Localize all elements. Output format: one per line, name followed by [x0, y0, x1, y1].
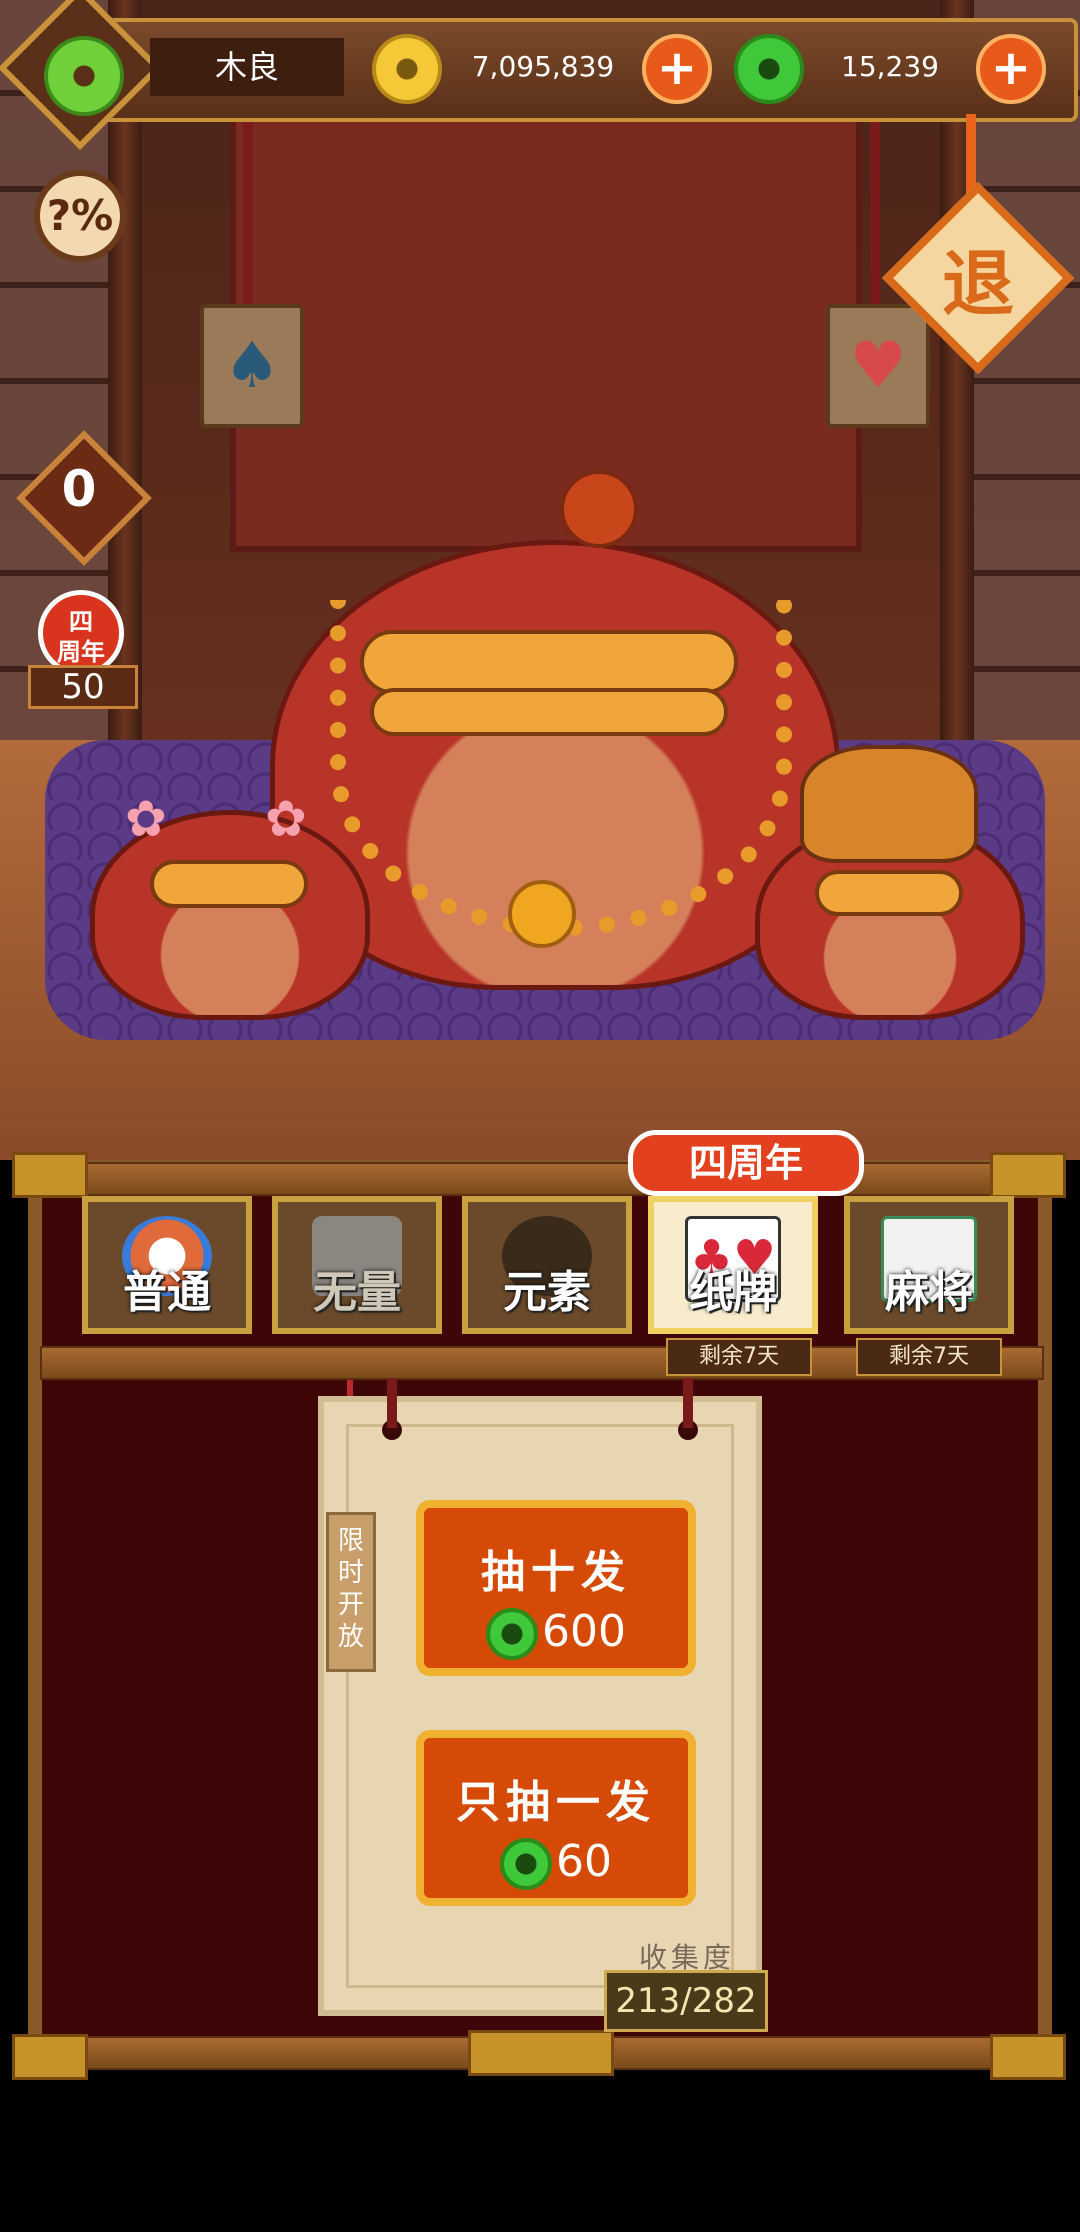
tab-mahjong[interactable]: 麻将 — [844, 1196, 1014, 1334]
toad-lip — [815, 870, 963, 916]
tab-element[interactable]: 元素 — [462, 1196, 632, 1334]
scroll-string — [683, 1378, 693, 1428]
jade-coin-icon — [500, 1838, 552, 1890]
tab-cards[interactable]: ♣♥ 纸牌 — [648, 1196, 818, 1334]
limited-time-tag: 限时开放 — [326, 1512, 376, 1672]
counter-value: 0 — [61, 460, 97, 518]
tab-label: 纸牌 — [689, 1267, 777, 1318]
corner-ornament — [12, 2034, 88, 2080]
mahjong-days-left: 剩余7天 — [856, 1338, 1002, 1376]
player-name: 木良 — [150, 38, 344, 96]
rope — [870, 114, 880, 304]
gold-amount: 7,095,839 — [471, 50, 615, 83]
spade-tile-icon: ♠ — [200, 304, 304, 428]
panel-top-beam — [20, 1162, 1064, 1196]
add-gold-button[interactable]: + — [642, 34, 712, 104]
jade-coin-icon — [734, 34, 804, 104]
anniversary-tab-badge: 四周年 — [628, 1130, 864, 1196]
anniversary-badge[interactable]: 四周年 — [38, 590, 124, 676]
gold-coin-icon — [372, 34, 442, 104]
spade-curtain — [230, 70, 862, 552]
amber-bead — [508, 880, 576, 948]
tab-label: 无量 — [313, 1267, 401, 1318]
gacha-scroll: 抽十发 600 只抽一发 60 — [318, 1396, 762, 2016]
center-ornament — [468, 2030, 614, 2076]
toad-lip — [150, 860, 308, 908]
ten-draw-button[interactable]: 抽十发 600 — [416, 1500, 696, 1676]
jade-coin-icon — [486, 1608, 538, 1660]
corner-ornament — [12, 1152, 88, 1198]
add-jade-button[interactable]: + — [976, 34, 1046, 104]
tab-infinite[interactable]: 无量 — [272, 1196, 442, 1334]
flower-icon: ✿ — [265, 790, 307, 848]
single-draw-cost: 60 — [556, 1836, 612, 1887]
corner-ornament — [990, 1152, 1066, 1198]
single-draw-button[interactable]: 只抽一发 60 — [416, 1730, 696, 1906]
tab-label: 普通 — [123, 1267, 211, 1318]
tab-normal[interactable]: 普通 — [82, 1196, 252, 1334]
cards-days-left: 剩余7天 — [666, 1338, 812, 1376]
odds-button[interactable]: ?% — [34, 170, 126, 262]
jade-amount: 15,239 — [841, 50, 939, 83]
flower-icon: ✿ — [125, 790, 167, 848]
tab-label: 元素 — [503, 1267, 591, 1318]
scroll-string — [387, 1378, 397, 1428]
rope — [243, 114, 253, 304]
shrine-scene: ✿ ✿ — [0, 0, 1080, 1160]
ten-draw-cost-row: 600 — [424, 1606, 688, 1660]
collection-count[interactable]: 213/282 — [604, 1970, 768, 2032]
single-draw-cost-row: 60 — [424, 1836, 688, 1890]
anniversary-count: 50 — [28, 665, 138, 709]
single-draw-title: 只抽一发 — [456, 1777, 656, 1828]
ten-draw-cost: 600 — [542, 1606, 626, 1657]
tiger-hat — [800, 745, 978, 863]
corner-ornament — [990, 2034, 1066, 2080]
jade-coin-icon — [44, 36, 124, 116]
tab-label: 麻将 — [885, 1267, 973, 1318]
gourd-icon — [560, 470, 638, 548]
ten-draw-title: 抽十发 — [481, 1547, 631, 1598]
exit-label: 退 — [941, 242, 1014, 326]
